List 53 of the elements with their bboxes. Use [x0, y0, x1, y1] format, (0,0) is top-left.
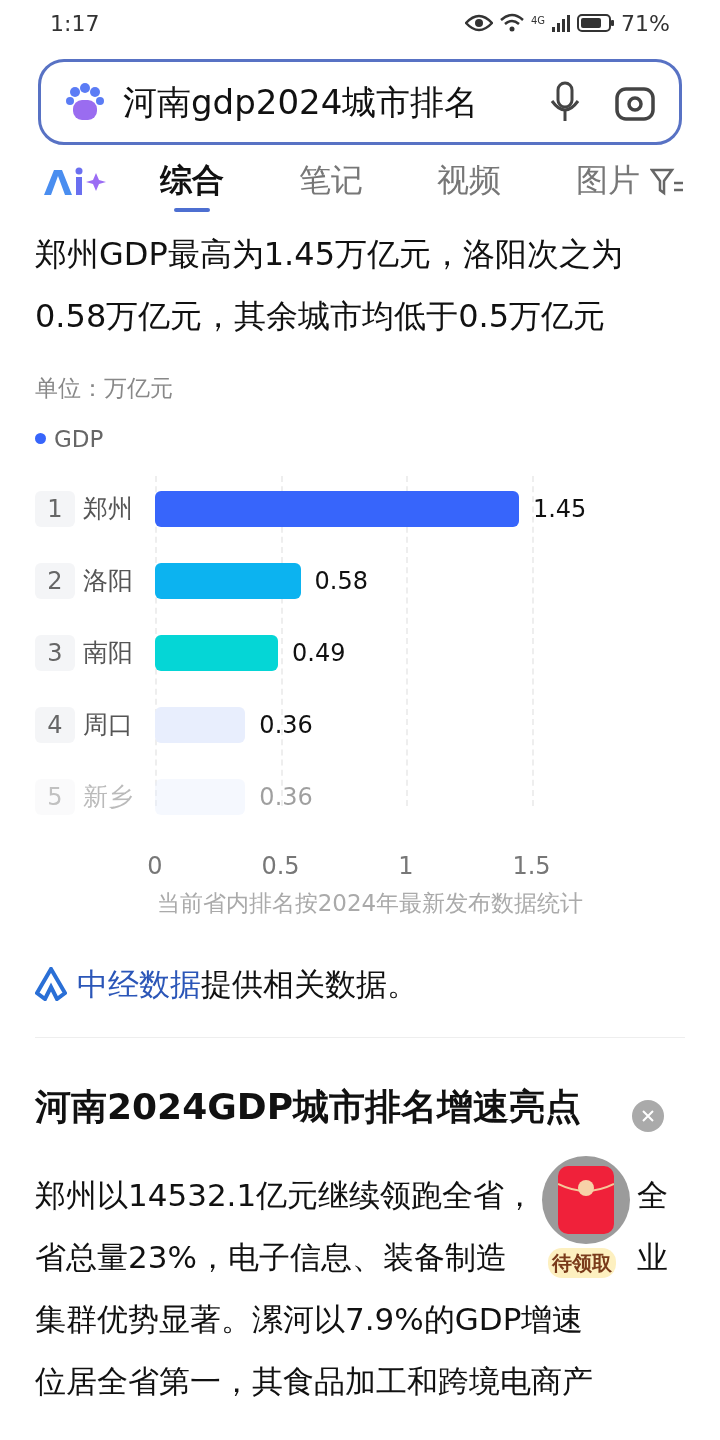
chart-unit: 单位：万亿元: [34, 374, 174, 403]
axis-tick-label: 0.5: [261, 851, 300, 882]
rank-badge: 3: [35, 635, 75, 671]
claim-label[interactable]: 待领取: [548, 1248, 616, 1278]
battery-icon: [577, 13, 616, 33]
filter-icon[interactable]: [650, 167, 684, 197]
paragraph-text: 业: [637, 1237, 668, 1277]
chart-note: 当前省内排名按2024年最新发布数据统计: [155, 889, 585, 918]
tab[interactable]: 综合: [160, 152, 224, 212]
search-query: 河南gdp2024城市排名: [123, 80, 480, 124]
city-label: 洛阳: [83, 565, 134, 598]
paw-logo-icon: [65, 82, 105, 122]
axis-tick-label: 1.5: [512, 851, 551, 882]
close-icon: [641, 1109, 655, 1123]
tab[interactable]: 视频: [437, 152, 502, 212]
search-field[interactable]: 河南gdp2024城市排名: [38, 59, 682, 145]
axis-tick-label: 0: [147, 851, 163, 882]
wifi-icon: [498, 13, 525, 33]
signal-icon: [551, 13, 572, 33]
source-text: 提供相关数据。: [201, 964, 418, 1004]
rank-badge: 4: [35, 707, 75, 743]
axis-tick-label: 1: [398, 851, 414, 882]
source-logo-icon: [35, 966, 67, 1001]
value-label: 0.49: [292, 638, 346, 669]
rank-badge: 1: [35, 491, 75, 527]
battery-percent: 71%: [621, 9, 670, 38]
source-link[interactable]: 中经数据: [77, 960, 201, 1007]
legend-label: GDP: [54, 424, 104, 454]
microphone-icon[interactable]: [549, 81, 581, 123]
rank-badge: 5: [35, 779, 75, 815]
envelope-icon: [558, 1166, 614, 1234]
value-label: 0.36: [259, 782, 313, 813]
city-label: 南阳: [83, 637, 134, 670]
city-label: 周口: [83, 709, 134, 742]
value-label: 0.36: [259, 710, 313, 741]
city-label: 郑州: [83, 493, 134, 526]
paragraph-text: 郑州以14532.1亿元继续领跑全省，: [35, 1175, 536, 1215]
rank-badge: 2: [35, 563, 75, 599]
tab[interactable]: 笔记: [298, 152, 363, 212]
city-label: 新乡: [83, 781, 134, 814]
paragraph-text: 省总量23%，电子信息、装备制造: [35, 1237, 507, 1277]
tab-indicator: [174, 208, 210, 212]
summary-text: 郑州GDP最高为1.45万亿元，洛阳次之为0.58万亿元，其余城市均低于0.5万亿元: [34, 234, 624, 337]
paragraph-text: 全: [637, 1175, 668, 1215]
status-time: 1:17: [50, 9, 100, 38]
eye-icon: [464, 14, 493, 32]
network-label: 4G: [530, 13, 546, 28]
section-title: 河南2024GDP城市排名增速亮点: [35, 1085, 581, 1129]
value-label: 1.45: [532, 494, 587, 525]
paragraph-text: 集群优势显著。漯河以7.9%的GDP增速: [35, 1299, 584, 1339]
paragraph-text: 位居全省第一，其食品加工和跨境电商产: [35, 1361, 593, 1401]
value-label: 0.58: [314, 566, 368, 597]
tab[interactable]: 图片: [575, 152, 640, 212]
